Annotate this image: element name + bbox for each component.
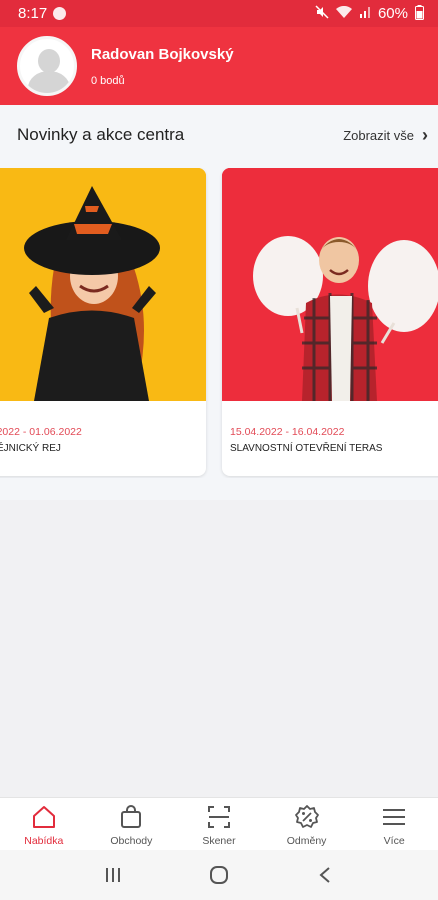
- news-title: ODĚJNICKÝ REJ: [0, 443, 61, 454]
- nav-label: Více: [383, 835, 405, 847]
- nav-label: Odměny: [286, 835, 327, 847]
- menu-icon: [383, 809, 406, 825]
- news-image-boy-cotton-candy: [222, 168, 438, 401]
- news-image-witch-girl: [0, 168, 206, 401]
- wifi-icon: [335, 5, 352, 22]
- news-section: Novinky a akce centra Zobrazit vše › 022…: [0, 105, 438, 500]
- nav-label: Obchody: [110, 835, 153, 847]
- home-circle-icon: [210, 866, 228, 884]
- signal-icon: [359, 6, 371, 21]
- nav-item-odmeny[interactable]: Odměny: [263, 798, 351, 850]
- bottom-navigation: Nabídka Obchody Skener Odměny Více: [0, 797, 438, 850]
- status-time: 8:17: [18, 5, 48, 22]
- recent-apps-button[interactable]: [98, 860, 128, 890]
- shopping-bag-icon: [121, 805, 142, 828]
- show-all-label: Zobrazit vše: [343, 127, 414, 143]
- home-button[interactable]: [204, 860, 234, 890]
- user-points: 0 bodů: [91, 74, 125, 87]
- nav-item-vice[interactable]: Více: [350, 798, 438, 850]
- show-all-link[interactable]: Zobrazit vše ›: [343, 125, 428, 146]
- system-navigation: [0, 850, 438, 900]
- profile-header[interactable]: Radovan Bojkovský 0 bodů: [0, 27, 438, 105]
- back-button[interactable]: [310, 860, 340, 890]
- nav-label: Nabídka: [24, 835, 64, 847]
- news-dates: 04.2022 - 01.06.2022: [0, 426, 82, 438]
- nav-label: Skener: [202, 835, 236, 847]
- scanner-icon: [207, 806, 230, 828]
- battery-level: 60%: [377, 5, 408, 22]
- news-dates: 15.04.2022 - 16.04.2022: [230, 426, 345, 438]
- mute-icon: [315, 5, 329, 22]
- back-icon: [319, 867, 330, 883]
- message-icon: [53, 7, 67, 20]
- battery-icon: [415, 4, 424, 23]
- chevron-right-icon: ›: [422, 124, 428, 145]
- status-indicators: 60%: [315, 4, 424, 23]
- status-bar: 8:17 60%: [0, 0, 438, 27]
- news-card[interactable]: 15.04.2022 - 16.04.2022 SLAVNOSTNÍ OTEVŘ…: [222, 168, 438, 476]
- nav-item-skener[interactable]: Skener: [175, 798, 263, 850]
- avatar[interactable]: [17, 36, 77, 96]
- news-title: SLAVNOSTNÍ OTEVŘENÍ TERAS: [230, 443, 383, 454]
- news-card[interactable]: 04.2022 - 01.06.2022 ODĚJNICKÝ REJ: [0, 168, 206, 476]
- home-icon: [32, 806, 55, 828]
- discount-badge-icon: [294, 805, 319, 828]
- nav-item-nabidka[interactable]: Nabídka: [0, 798, 88, 850]
- recent-apps-icon: [106, 868, 120, 882]
- news-carousel[interactable]: 04.2022 - 01.06.2022 ODĚJNICKÝ REJ: [0, 168, 438, 478]
- section-title: Novinky a akce centra: [17, 125, 185, 144]
- nav-item-obchody[interactable]: Obchody: [88, 798, 176, 850]
- user-name: Radovan Bojkovský: [91, 45, 234, 63]
